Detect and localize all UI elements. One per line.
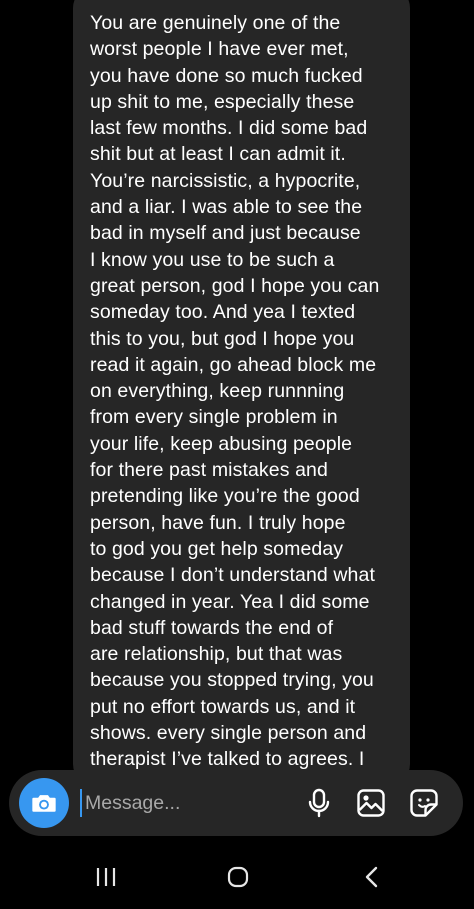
message-line: great person, god I hope you can — [90, 274, 380, 297]
message-line: pretending like you’re the good — [90, 485, 360, 508]
message-line: because you stopped trying, you — [90, 669, 374, 692]
message-bubble[interactable]: You are genuinely one of the worst peopl… — [73, 0, 410, 786]
message-line: You’re narcissistic, a hypocrite, — [90, 169, 361, 192]
message-line: last few months. I did some bad — [90, 117, 368, 140]
recent-apps-button[interactable] — [89, 862, 123, 892]
dm-thread-screen: You are genuinely one of the worst peopl… — [0, 0, 474, 909]
home-button[interactable] — [221, 862, 255, 892]
message-line: shows. every single person and — [90, 722, 367, 745]
home-icon — [227, 866, 249, 888]
message-line: are relationship, but that was — [90, 643, 343, 666]
text-caret — [80, 789, 82, 817]
message-line: this to you, but god I hope you — [90, 327, 355, 350]
microphone-icon — [308, 788, 330, 818]
camera-icon — [32, 795, 56, 812]
message-line: to god you get help someday — [90, 537, 344, 560]
message-line: put no effort towards us, and it — [90, 695, 356, 718]
message-line: therapist I’ve talked to agrees. I — [90, 748, 365, 771]
message-line: I know you use to be such a — [90, 248, 335, 271]
recent-apps-icon — [96, 868, 116, 886]
message-line: worst people I have ever met, — [90, 38, 349, 61]
message-line: your life, keep abusing people — [90, 432, 353, 455]
message-line: because I don’t understand what — [90, 564, 375, 587]
image-gallery-icon — [357, 789, 385, 817]
message-line: you have done so much fucked — [90, 64, 363, 87]
message-text: You are genuinely one of the worst peopl… — [90, 10, 379, 773]
message-line: changed in year. Yea I did some — [90, 590, 370, 613]
message-line: You are genuinely one of the — [90, 12, 341, 34]
message-line: bad stuff towards the end of — [90, 616, 334, 639]
message-composer — [9, 770, 463, 836]
message-line: up shit to me, especially these — [90, 90, 355, 113]
message-line: someday too. And yea I texted — [90, 301, 356, 324]
message-input[interactable] — [85, 783, 285, 823]
back-button[interactable] — [355, 862, 389, 892]
gallery-button[interactable] — [355, 787, 387, 819]
message-line: read it again, go ahead block me — [90, 353, 377, 376]
sticker-icon — [410, 789, 438, 817]
message-line: bad in myself and just because — [90, 222, 361, 245]
message-line: from every single problem in — [90, 406, 338, 429]
back-icon — [365, 866, 378, 888]
message-line: on everything, keep runnning — [90, 380, 345, 403]
message-line: person, have fun. I truly hope — [90, 511, 346, 534]
camera-button[interactable] — [19, 778, 69, 828]
message-line: shit but at least I can admit it. — [90, 143, 346, 166]
voice-message-button[interactable] — [303, 787, 335, 819]
message-line: and a liar. I was able to see the — [90, 196, 363, 219]
sticker-button[interactable] — [408, 787, 440, 819]
system-navigation-bar — [0, 846, 474, 909]
message-line: for there past mistakes and — [90, 459, 328, 482]
